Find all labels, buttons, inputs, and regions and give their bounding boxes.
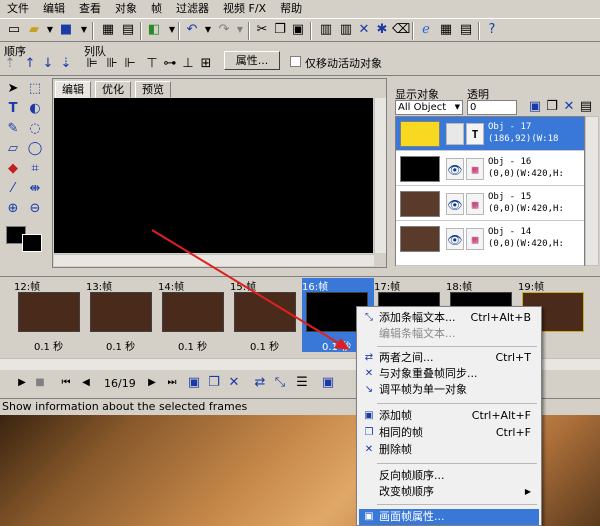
duplicate-frame-icon: ❐ <box>364 427 374 438</box>
tween-icon: ⇄ <box>364 352 374 363</box>
menu-reverse-frame-order[interactable]: 反向帧顺序... <box>359 468 539 484</box>
menu-flatten-frame[interactable]: ↘ 调平帧为单一对象 <box>359 382 539 398</box>
frame-context-menu: ⤡ 添加条幅文本... Ctrl+Alt+B 编辑条幅文本... ⇄ 两者之间.… <box>356 306 542 526</box>
menu-add-banner-text[interactable]: ⤡ 添加条幅文本... Ctrl+Alt+B <box>359 310 539 326</box>
submenu-arrow-icon: ▶ <box>524 487 531 496</box>
menu-add-frame[interactable]: ▣ 添加帧 Ctrl+Alt+F <box>359 408 539 424</box>
menu-separator <box>377 346 537 347</box>
add-frame-icon: ▣ <box>364 410 374 421</box>
sync-icon: ✕ <box>364 368 374 379</box>
delete-frame-icon: ✕ <box>364 444 374 455</box>
menu-sync-overlap[interactable]: ✕ 与对象重叠帧同步... <box>359 366 539 382</box>
menu-duplicate-frame[interactable]: ❐ 相同的帧 Ctrl+F <box>359 425 539 441</box>
menu-delete-frame[interactable]: ✕ 删除帧 <box>359 442 539 458</box>
frame-properties-icon: ▣ <box>364 511 374 522</box>
flatten-icon: ↘ <box>364 384 374 395</box>
menu-separator <box>377 504 537 505</box>
menu-separator <box>377 403 537 404</box>
menu-frame-properties[interactable]: ▣ 画面帧属性... <box>359 509 539 525</box>
menu-tween[interactable]: ⇄ 两者之间... Ctrl+T <box>359 350 539 366</box>
banner-text-icon: ⤡ <box>365 312 373 323</box>
menu-change-frame-order[interactable]: 改变帧顺序 ▶ <box>359 484 539 500</box>
menu-edit-banner-text[interactable]: 编辑条幅文本... <box>359 326 539 342</box>
menu-separator <box>377 463 537 464</box>
